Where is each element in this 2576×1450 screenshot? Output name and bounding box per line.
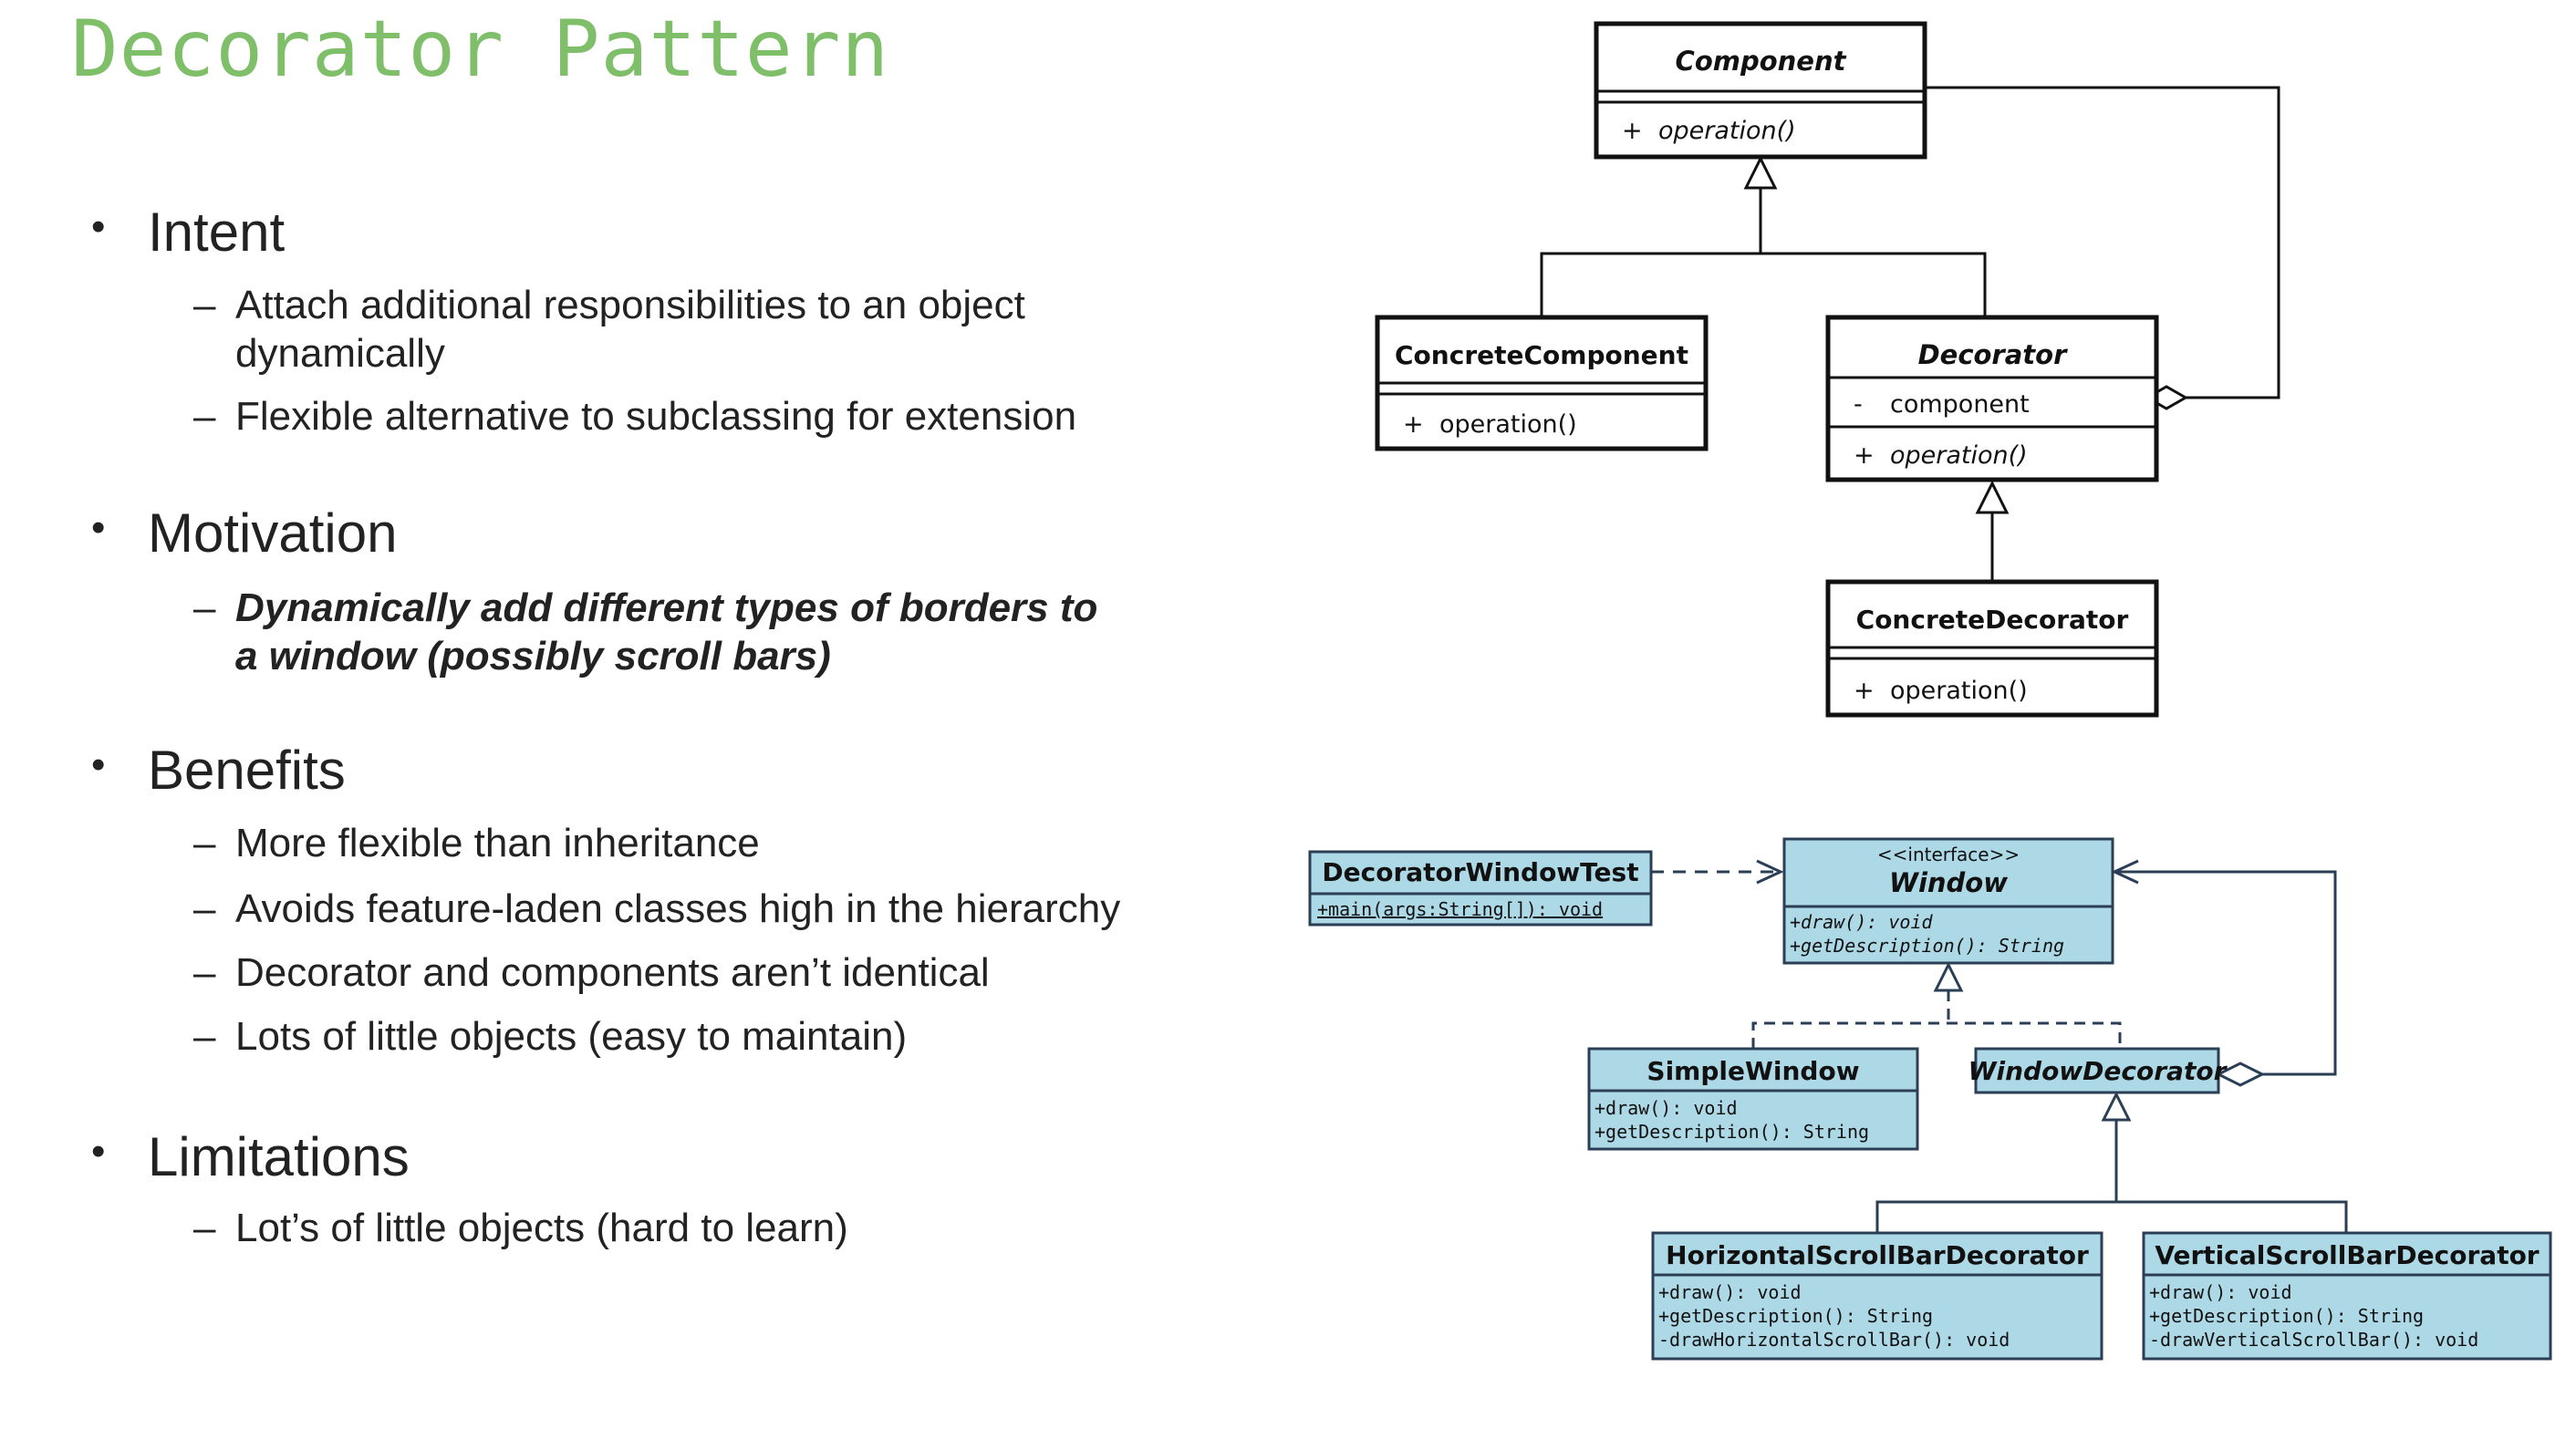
generalization-line — [1875, 1200, 2348, 1233]
class-window-decorator: WindowDecorator — [1968, 1047, 2228, 1094]
uml-generic: Component + operation() ConcreteComponen… — [1375, 21, 2280, 718]
operation: operation() — [1890, 441, 2028, 470]
stereotype: <<interface>> — [1877, 844, 2020, 865]
class-name: Decorator — [1918, 339, 2069, 370]
operation: +getDescription(): String — [1790, 935, 2064, 957]
operation: -drawVerticalScrollBar(): void — [2149, 1329, 2478, 1351]
visibility-marker: + — [1403, 410, 1424, 439]
class-name: Window — [1889, 867, 2008, 898]
uml-diagrams: Component + operation() ConcreteComponen… — [1308, 21, 2552, 1361]
class-horizontal-scrollbar-decorator: HorizontalScrollBarDecorator +draw(): vo… — [1651, 1231, 2103, 1361]
visibility-marker: + — [1622, 117, 1643, 145]
uml-window: DecoratorWindowTest +main(args:String[])… — [1308, 837, 2552, 1361]
class-name: SimpleWindow — [1646, 1056, 1859, 1086]
class-concrete-component: ConcreteComponent + operation() — [1375, 315, 1709, 451]
class-name: HorizontalScrollBarDecorator — [1666, 1240, 2089, 1270]
class-decorator: Decorator - component + operation() — [1825, 315, 2159, 482]
operation: +draw(): void — [1790, 911, 1933, 933]
visibility-marker: - — [1854, 390, 1863, 419]
operation: +main(args:String[]): void — [1317, 898, 1603, 920]
operation: +getDescription(): String — [1594, 1121, 1869, 1143]
class-concrete-decorator: ConcreteDecorator + operation() — [1825, 579, 2159, 718]
class-name: ConcreteComponent — [1395, 340, 1688, 370]
class-decorator-window-test: DecoratorWindowTest +main(args:String[])… — [1308, 850, 1653, 927]
realization-arrowhead — [1933, 961, 1964, 992]
operation: -drawHorizontalScrollBar(): void — [1658, 1329, 2010, 1351]
operation: operation() — [1658, 117, 1796, 145]
operation: +getDescription(): String — [2149, 1305, 2424, 1327]
realization-line — [1751, 1021, 2122, 1049]
class-simple-window: SimpleWindow +draw(): void +getDescripti… — [1587, 1047, 1919, 1151]
visibility-marker: + — [1854, 441, 1875, 470]
generalization-arrowhead — [1743, 155, 1778, 190]
class-component: Component + operation() — [1594, 21, 1927, 160]
generalization-arrowhead — [2101, 1091, 2132, 1122]
class-window: <<interface>> Window +draw(): void +getD… — [1782, 837, 2114, 965]
class-name: Component — [1676, 46, 1847, 77]
operation: operation() — [1890, 677, 2028, 705]
aggregation-line — [2113, 870, 2337, 1076]
operation: +draw(): void — [2149, 1281, 2292, 1303]
operation: +draw(): void — [1658, 1281, 1802, 1303]
class-vertical-scrollbar-decorator: VerticalScrollBarDecorator +draw(): void… — [2142, 1231, 2552, 1361]
attribute: component — [1890, 390, 2030, 419]
operation: +draw(): void — [1594, 1097, 1738, 1119]
generalization-arrowhead — [1975, 480, 2010, 514]
class-name: ConcreteDecorator — [1856, 605, 2129, 635]
class-name: VerticalScrollBarDecorator — [2155, 1240, 2539, 1270]
class-name: WindowDecorator — [1968, 1056, 2228, 1086]
generalization-line — [1540, 252, 1987, 317]
visibility-marker: + — [1854, 677, 1875, 705]
class-name: DecoratorWindowTest — [1322, 857, 1638, 887]
operation: operation() — [1439, 410, 1577, 439]
operation: +getDescription(): String — [1658, 1305, 1933, 1327]
